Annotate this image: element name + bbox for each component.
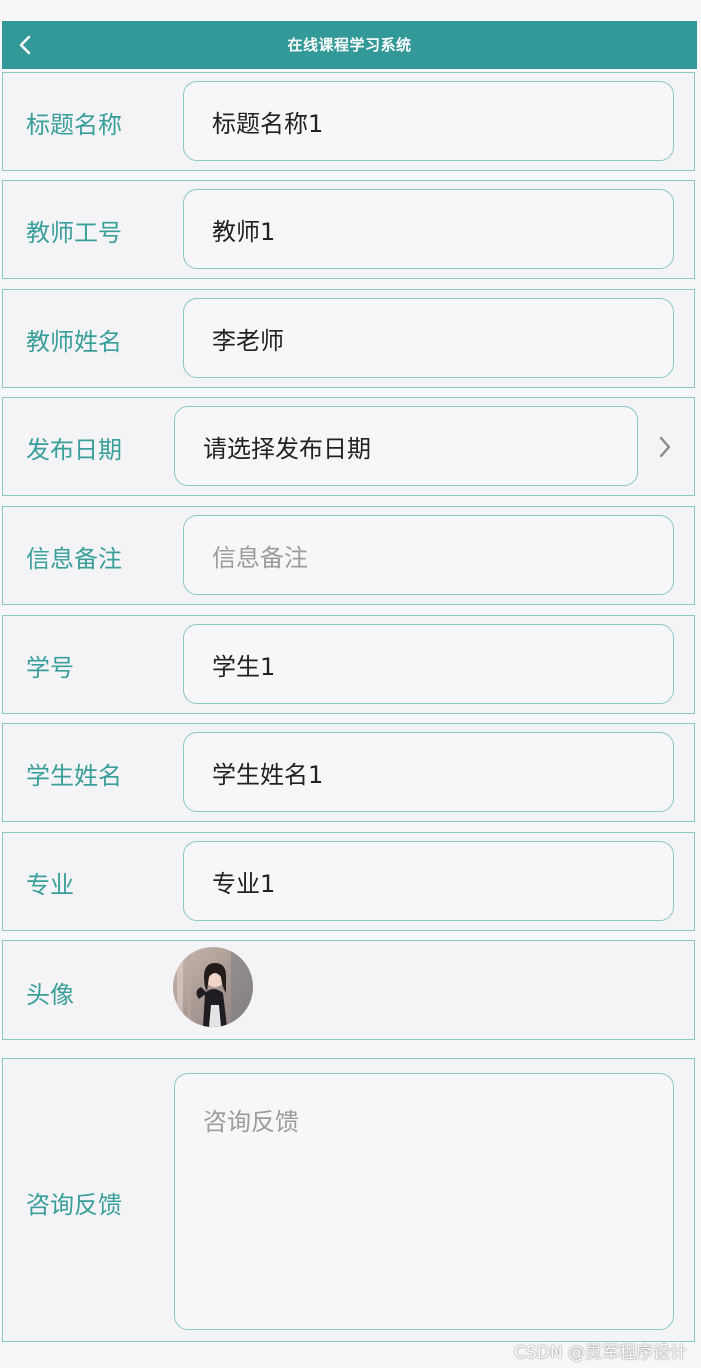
- student-name-input[interactable]: 学生姓名1: [183, 732, 674, 812]
- nav-bar: 在线课程学习系统: [2, 21, 697, 69]
- date-picker-arrow[interactable]: [653, 431, 677, 463]
- publish-date-picker[interactable]: 请选择发布日期: [174, 406, 638, 486]
- feedback-label: 咨询反馈: [26, 1191, 122, 1219]
- form-row-teacher-name: 教师姓名 李老师: [2, 289, 695, 388]
- teacher-id-label: 教师工号: [26, 219, 122, 247]
- avatar-photo: [173, 947, 253, 1027]
- major-label: 专业: [26, 871, 74, 899]
- major-input[interactable]: 专业1: [183, 841, 674, 921]
- teacher-name-label: 教师姓名: [26, 328, 122, 356]
- watermark: CSDN @灵军程序设计: [514, 1343, 687, 1363]
- top-strip: [0, 0, 701, 21]
- publish-date-label: 发布日期: [26, 436, 122, 464]
- title-name-label: 标题名称: [26, 111, 122, 139]
- form-row-publish-date: 发布日期 请选择发布日期: [2, 397, 695, 496]
- student-id-label: 学号: [26, 654, 74, 682]
- title-name-input[interactable]: 标题名称1: [183, 81, 674, 161]
- form-row-title: 标题名称 标题名称1: [2, 72, 695, 171]
- form-row-avatar: 头像: [2, 940, 695, 1040]
- form-row-student-name: 学生姓名 学生姓名1: [2, 723, 695, 822]
- form-row-teacher-id: 教师工号 教师1: [2, 180, 695, 279]
- form-row-student-id: 学号 学生1: [2, 615, 695, 714]
- feedback-textarea[interactable]: 咨询反馈: [174, 1073, 674, 1330]
- chevron-right-icon: [659, 436, 671, 458]
- form-row-major: 专业 专业1: [2, 832, 695, 931]
- teacher-name-input[interactable]: 李老师: [183, 298, 674, 378]
- student-name-label: 学生姓名: [26, 762, 122, 790]
- info-note-label: 信息备注: [26, 545, 122, 573]
- form-row-info-note: 信息备注 信息备注: [2, 506, 695, 605]
- avatar-label: 头像: [26, 981, 74, 1009]
- avatar[interactable]: [173, 947, 253, 1027]
- info-note-input[interactable]: 信息备注: [183, 515, 674, 595]
- student-id-input[interactable]: 学生1: [183, 624, 674, 704]
- form-row-feedback: 咨询反馈 咨询反馈: [2, 1058, 695, 1342]
- teacher-id-input[interactable]: 教师1: [183, 189, 674, 269]
- page-title: 在线课程学习系统: [287, 36, 412, 54]
